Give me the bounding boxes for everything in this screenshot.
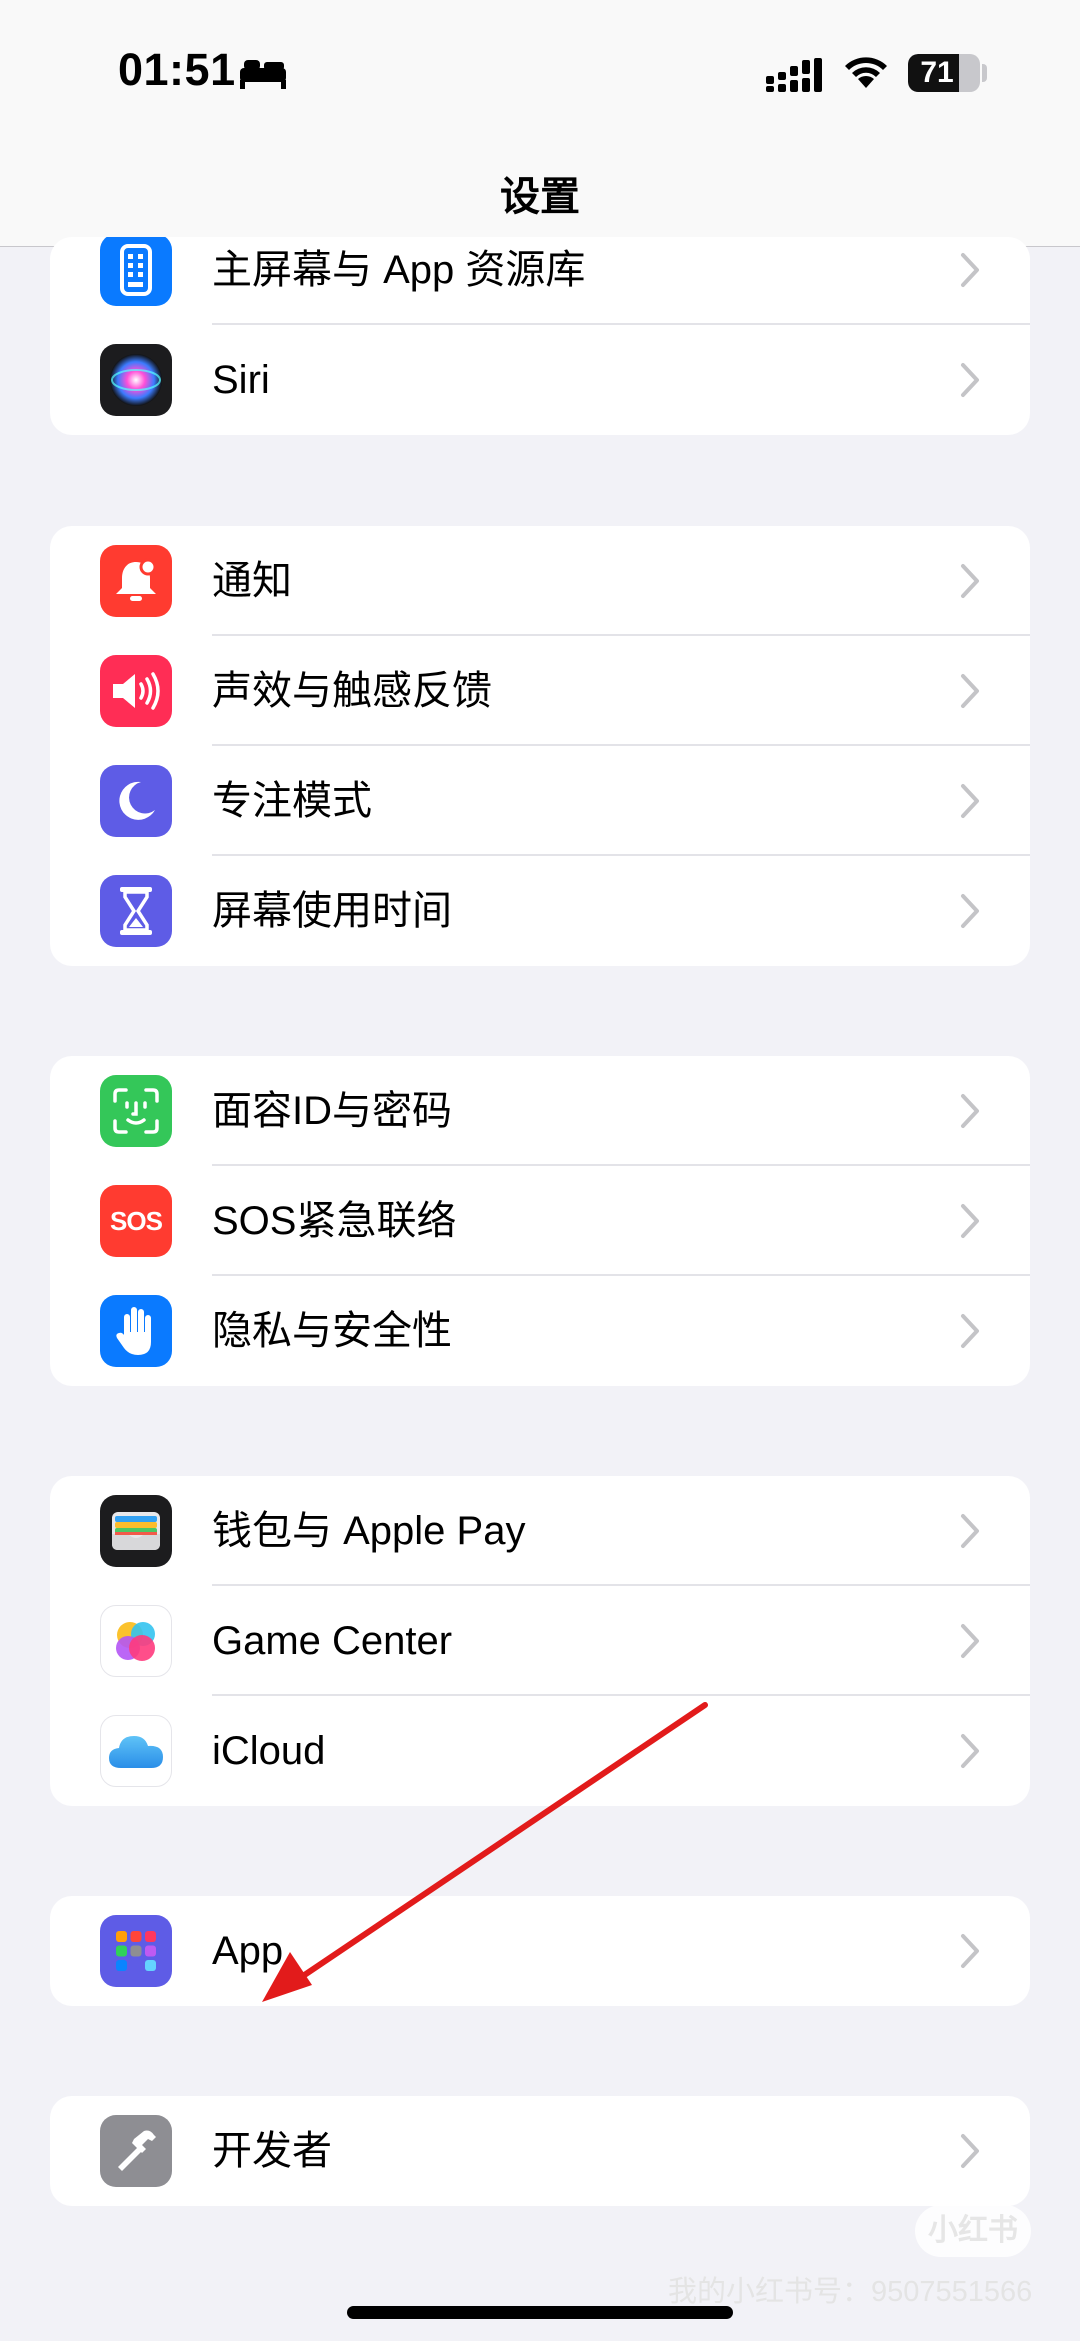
settings-row-label: 屏幕使用时间	[212, 889, 452, 933]
settings-row-developer[interactable]: 开发者	[50, 2096, 1030, 2206]
settings-group-apps: App	[50, 1896, 1030, 2006]
chevron-right-icon	[961, 2134, 979, 2168]
chevron-right-icon	[961, 564, 979, 598]
chevron-right-icon	[961, 1934, 979, 1968]
settings-group-display: 主屏幕与 App 资源库 Siri	[50, 237, 1030, 435]
settings-row-focus[interactable]: 专注模式	[50, 746, 1030, 856]
cellular-signal-icon	[766, 58, 822, 92]
chevron-right-icon	[961, 1094, 979, 1128]
icloud-icon	[100, 1715, 172, 1787]
settings-group-notifications: 通知 声效与触感反馈 专注模式 屏幕使用时间	[50, 526, 1030, 966]
chevron-right-icon	[961, 363, 979, 397]
settings-row-label: 开发者	[212, 2129, 332, 2173]
wallet-icon	[100, 1495, 172, 1567]
settings-row-wallet[interactable]: 钱包与 Apple Pay	[50, 1476, 1030, 1586]
sos-icon: SOS	[100, 1185, 172, 1257]
settings-row-label: Game Center	[212, 1619, 453, 1663]
chevron-right-icon	[961, 253, 979, 287]
game-center-icon	[100, 1605, 172, 1677]
chevron-right-icon	[961, 1314, 979, 1348]
settings-row-face-id[interactable]: 面容ID与密码	[50, 1056, 1030, 1166]
wifi-icon	[845, 57, 887, 88]
settings-row-screen-time[interactable]: 屏幕使用时间	[50, 856, 1030, 966]
settings-row-label: 钱包与 Apple Pay	[212, 1509, 526, 1553]
settings-row-privacy[interactable]: 隐私与安全性	[50, 1276, 1030, 1386]
settings-group-accounts: 钱包与 Apple Pay Game Center iCloud	[50, 1476, 1030, 1806]
chevron-right-icon	[961, 674, 979, 708]
sos-icon-text: SOS	[110, 1205, 163, 1236]
settings-group-security: 面容ID与密码 SOS SOS紧急联络 隐私与安全性	[50, 1056, 1030, 1386]
hammer-icon	[100, 2115, 172, 2187]
settings-row-icloud[interactable]: iCloud	[50, 1696, 1030, 1806]
settings-row-label: SOS紧急联络	[212, 1199, 457, 1243]
hand-icon	[100, 1295, 172, 1367]
chevron-right-icon	[961, 784, 979, 818]
chevron-right-icon	[961, 1734, 979, 1768]
settings-group-developer: 开发者	[50, 2096, 1030, 2206]
settings-row-label: 通知	[212, 559, 292, 603]
home-screen-icon	[100, 237, 172, 306]
notification-bell-icon	[100, 545, 172, 617]
settings-row-home-screen[interactable]: 主屏幕与 App 资源库	[50, 237, 1030, 325]
speaker-icon	[100, 655, 172, 727]
settings-row-label: 声效与触感反馈	[212, 669, 492, 713]
xiaohongshu-watermark-text: 我的小红书号：9507551566	[668, 2276, 1033, 2308]
settings-row-apps[interactable]: App	[50, 1896, 1030, 2006]
status-bar: 01:51 71	[0, 0, 1080, 146]
apps-grid-icon	[100, 1915, 172, 1987]
battery-indicator: 71	[908, 54, 980, 92]
settings-row-label: 隐私与安全性	[212, 1309, 452, 1353]
hourglass-icon	[100, 875, 172, 947]
settings-row-label: 专注模式	[212, 779, 372, 823]
home-indicator[interactable]	[347, 2306, 733, 2319]
settings-row-game-center[interactable]: Game Center	[50, 1586, 1030, 1696]
page-title: 设置	[500, 175, 580, 219]
settings-row-label: iCloud	[212, 1729, 326, 1773]
settings-row-label: Siri	[212, 358, 270, 402]
chevron-right-icon	[961, 894, 979, 928]
moon-icon	[100, 765, 172, 837]
settings-row-sounds[interactable]: 声效与触感反馈	[50, 636, 1030, 746]
chevron-right-icon	[961, 1204, 979, 1238]
settings-row-siri[interactable]: Siri	[50, 325, 1030, 435]
settings-row-label: 面容ID与密码	[212, 1089, 452, 1133]
battery-level: 71	[920, 56, 954, 89]
settings-row-label: 主屏幕与 App 资源库	[212, 248, 586, 292]
navigation-bar: 设置	[0, 146, 1080, 247]
sleep-bed-icon	[240, 60, 286, 89]
siri-icon	[100, 344, 172, 416]
settings-row-notifications[interactable]: 通知	[50, 526, 1030, 636]
battery-tip	[982, 64, 987, 82]
settings-row-label: App	[212, 1929, 284, 1973]
face-id-icon	[100, 1075, 172, 1147]
chevron-right-icon	[961, 1624, 979, 1658]
xiaohongshu-watermark-badge: 小红书	[915, 2205, 1031, 2257]
chevron-right-icon	[961, 1514, 979, 1548]
status-time: 01:51	[118, 44, 236, 95]
settings-row-emergency-sos[interactable]: SOS SOS紧急联络	[50, 1166, 1030, 1276]
